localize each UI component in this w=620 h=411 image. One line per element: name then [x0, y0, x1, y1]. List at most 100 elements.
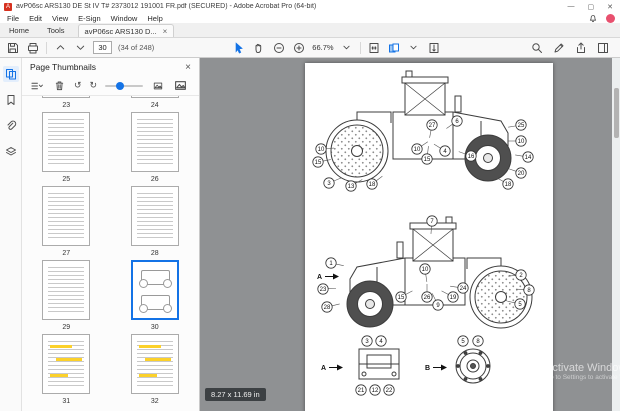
- svg-text:10: 10: [414, 147, 421, 153]
- tab-tools[interactable]: Tools: [38, 24, 74, 37]
- previous-page-button[interactable]: [53, 41, 67, 55]
- page-thumbnail[interactable]: [42, 260, 90, 320]
- thumbnail-row: 25 26: [22, 112, 199, 186]
- layers-panel-icon[interactable]: [3, 144, 19, 160]
- tab-home[interactable]: Home: [0, 24, 38, 37]
- zoom-in-button[interactable]: [292, 41, 306, 55]
- svg-text:22: 22: [386, 388, 393, 394]
- document-scrollbar[interactable]: [612, 58, 620, 411]
- attachments-panel-icon[interactable]: [3, 118, 19, 134]
- scrollbar-thumb[interactable]: [614, 88, 619, 138]
- menu-item-window[interactable]: Window: [106, 14, 143, 23]
- tab-bar: Home Tools avP06sc ARS130 D... ×: [0, 24, 620, 38]
- thumbnail-row: 29 30: [22, 260, 199, 334]
- thumbnail-page-number[interactable]: 24: [151, 98, 159, 112]
- search-icon[interactable]: [530, 41, 544, 55]
- page-thumbnails-panel-icon[interactable]: [3, 66, 19, 82]
- rotate-right-icon[interactable]: ↻: [90, 81, 98, 90]
- acrobat-window: A avP06sc ARS130 DE St IV T# 2373012 191…: [0, 0, 620, 411]
- save-button[interactable]: [6, 41, 20, 55]
- select-tool-button[interactable]: [232, 41, 246, 55]
- page-thumbnail[interactable]: [42, 334, 90, 394]
- user-avatar[interactable]: [606, 14, 615, 23]
- trash-icon[interactable]: [52, 79, 66, 93]
- thumbnail-page-number[interactable]: 23: [62, 98, 70, 112]
- thumbnail-page-number[interactable]: 27: [62, 246, 70, 260]
- toolbar-divider: [360, 42, 361, 54]
- menu-item-help[interactable]: Help: [142, 14, 167, 23]
- window-title: avP06sc ARS130 DE St IV T# 2373012 19100…: [16, 3, 564, 10]
- tab-close-icon[interactable]: ×: [163, 27, 168, 36]
- thumbnail-page-number[interactable]: 28: [151, 246, 159, 260]
- svg-text:10: 10: [518, 139, 525, 145]
- svg-text:18: 18: [369, 182, 376, 188]
- svg-text:A: A: [321, 365, 326, 372]
- page-display-caret-icon[interactable]: [407, 41, 421, 55]
- machine-top-drawing: [326, 71, 511, 182]
- panel-title: Page Thumbnails: [30, 62, 96, 72]
- rotate-left-icon[interactable]: ↺: [74, 81, 82, 90]
- page-thumbnail[interactable]: [131, 334, 179, 394]
- toolbar-divider: [46, 42, 47, 54]
- sign-pen-icon[interactable]: [552, 41, 566, 55]
- thumbnail-page-number[interactable]: 31: [62, 394, 70, 408]
- panel-close-icon[interactable]: ×: [185, 62, 191, 73]
- svg-text:12: 12: [372, 388, 379, 394]
- thumbnail-page-number[interactable]: 29: [62, 320, 70, 334]
- page-display-button[interactable]: [387, 41, 401, 55]
- thumbnail-page-number[interactable]: 26: [151, 172, 159, 186]
- menu-item-esign[interactable]: E-Sign: [73, 14, 106, 23]
- print-button[interactable]: [26, 41, 40, 55]
- page-thumbnail[interactable]: [131, 260, 179, 320]
- hand-tool-button[interactable]: [252, 41, 266, 55]
- notifications-bell-icon[interactable]: [586, 11, 600, 25]
- svg-text:26: 26: [424, 295, 431, 301]
- slider-handle[interactable]: [116, 82, 124, 90]
- page-thumbnail[interactable]: [131, 186, 179, 246]
- svg-text:21: 21: [358, 388, 365, 394]
- svg-text:18: 18: [505, 182, 512, 188]
- more-tools-icon[interactable]: [596, 41, 610, 55]
- svg-text:15: 15: [315, 160, 322, 166]
- svg-text:10: 10: [318, 147, 325, 153]
- page-number-input[interactable]: [93, 41, 112, 54]
- large-thumbnails-icon[interactable]: [173, 79, 187, 93]
- svg-text:14: 14: [525, 155, 532, 161]
- left-panel-strip: [0, 58, 22, 411]
- fit-width-button[interactable]: [367, 41, 381, 55]
- scroll-mode-button[interactable]: [427, 41, 441, 55]
- zoom-level-dropdown[interactable]: 66.7%: [312, 43, 333, 52]
- zoom-out-button[interactable]: [272, 41, 286, 55]
- document-page[interactable]: 2710154166251014201810153131817232810152…: [305, 63, 553, 411]
- thumbnail-page-number[interactable]: 30: [151, 320, 159, 334]
- thumbnail-options-menu-icon[interactable]: [30, 79, 44, 93]
- thumbnail-row: 23 24: [22, 96, 199, 112]
- menu-item-edit[interactable]: Edit: [24, 14, 47, 23]
- bookmarks-panel-icon[interactable]: [3, 92, 19, 108]
- page-count-label: (34 of 248): [118, 43, 154, 52]
- thumbnail-grid[interactable]: 23 24 25 26 27 28 29 30 31 32: [22, 96, 199, 411]
- menu-item-view[interactable]: View: [47, 14, 73, 23]
- page-thumbnail[interactable]: [131, 96, 179, 98]
- share-icon[interactable]: [574, 41, 588, 55]
- svg-text:A: A: [317, 274, 322, 281]
- maximize-button[interactable]: ▢: [588, 3, 595, 11]
- small-thumbnails-icon[interactable]: [151, 79, 165, 93]
- document-area[interactable]: 2710154166251014201810153131817232810152…: [200, 58, 620, 411]
- svg-text:15: 15: [424, 157, 431, 163]
- thumbnail-size-slider[interactable]: [105, 85, 143, 87]
- menu-item-file[interactable]: File: [2, 14, 24, 23]
- svg-text:24: 24: [460, 286, 467, 292]
- page-thumbnail[interactable]: [42, 186, 90, 246]
- next-page-button[interactable]: [73, 41, 87, 55]
- page-thumbnail[interactable]: [131, 112, 179, 172]
- page-thumbnail[interactable]: [42, 112, 90, 172]
- thumbnail-row: 31 32: [22, 334, 199, 408]
- thumbnail-page-number[interactable]: 25: [62, 172, 70, 186]
- thumbnail-page-number[interactable]: 32: [151, 394, 159, 408]
- close-button[interactable]: ✕: [607, 3, 613, 11]
- page-thumbnail[interactable]: [42, 96, 90, 98]
- minimize-button[interactable]: —: [568, 3, 575, 11]
- zoom-caret-icon[interactable]: [340, 41, 354, 55]
- tab-document[interactable]: avP06sc ARS130 D... ×: [78, 24, 175, 37]
